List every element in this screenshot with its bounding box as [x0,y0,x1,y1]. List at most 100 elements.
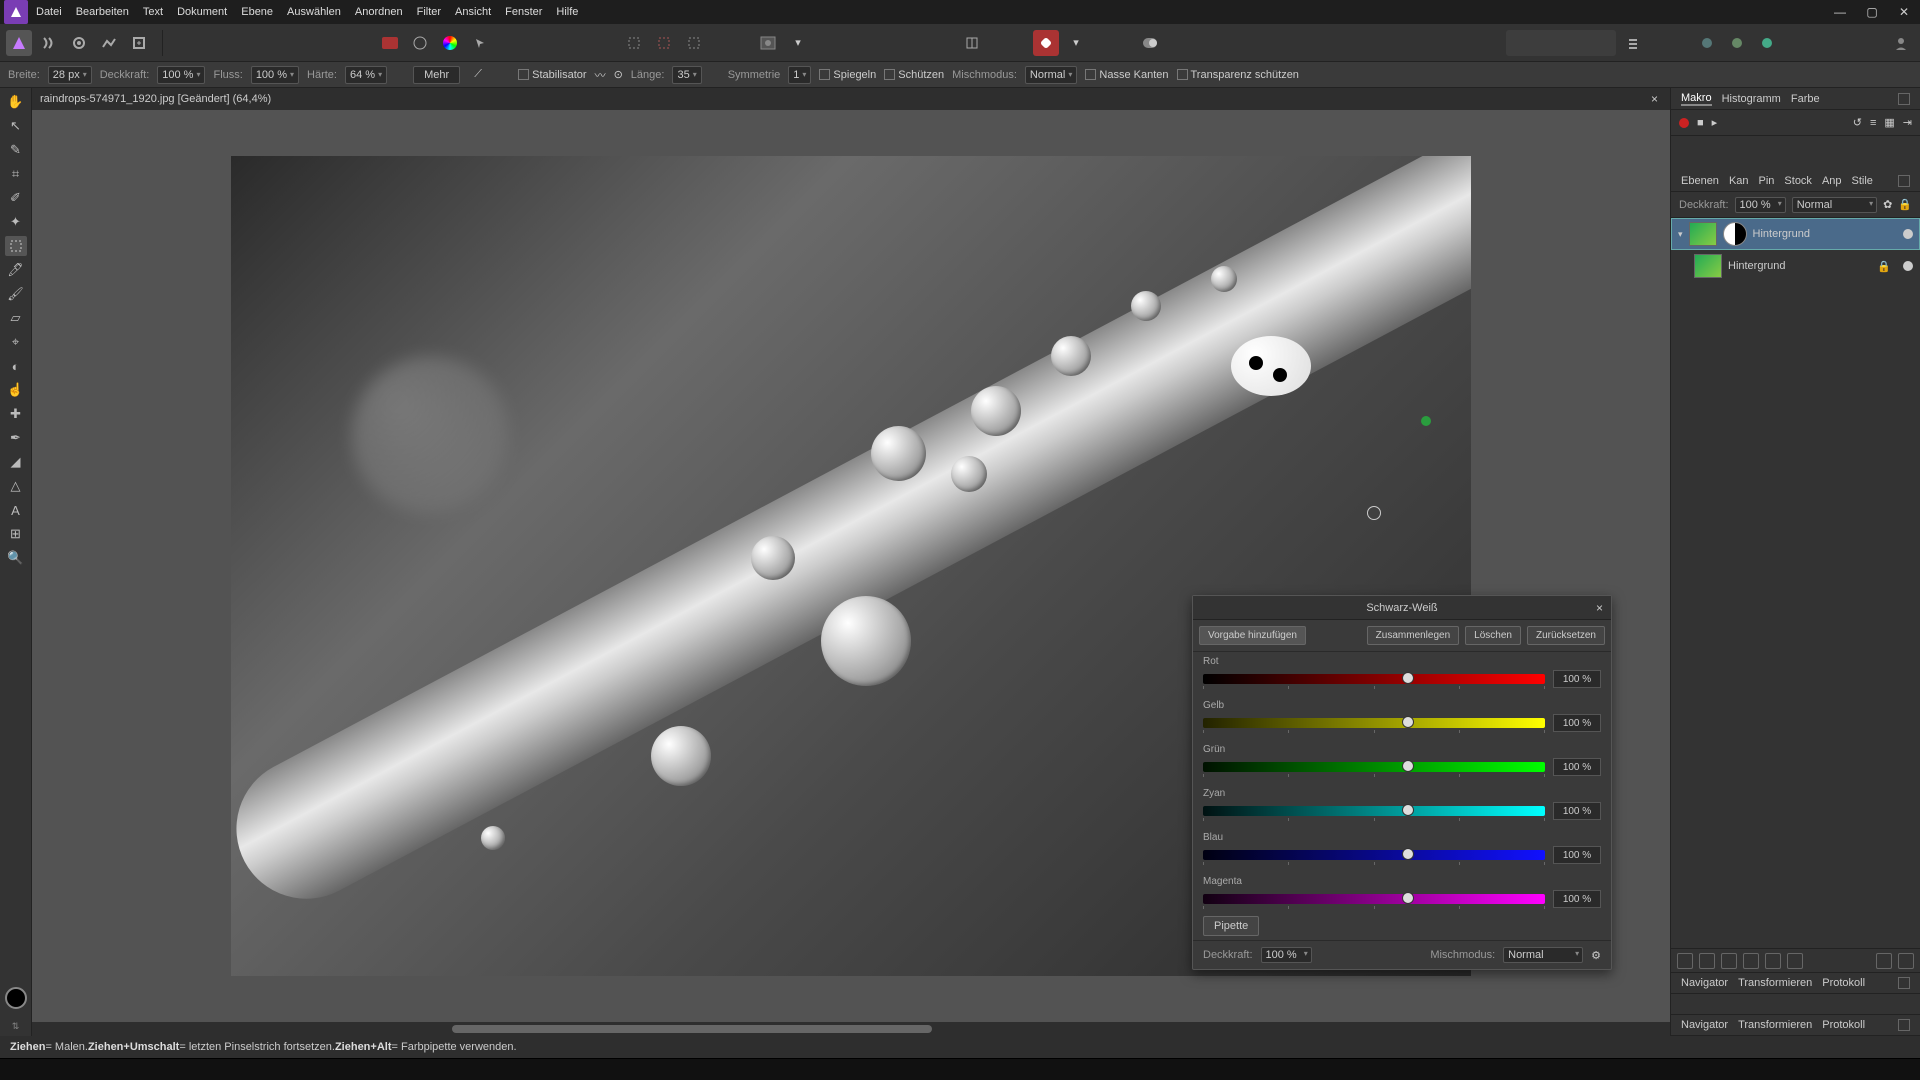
liquify-persona-icon[interactable] [36,30,62,56]
account-icon[interactable] [1888,30,1914,56]
tab-anp[interactable]: Anp [1822,175,1842,187]
brush-tool-icon[interactable]: 🖌 [5,284,27,304]
bw-zyan-value[interactable]: 100 % [1553,802,1601,820]
window-maximize[interactable]: ▢ [1856,0,1888,24]
flood-select-icon[interactable]: ✦ [5,212,27,232]
rope-icon[interactable]: 〰 [595,67,606,83]
bw-magenta-value[interactable]: 100 % [1553,890,1601,908]
text-tool-icon[interactable]: A [5,500,27,520]
assistant-dd-icon[interactable]: ▾ [1063,30,1089,56]
stop-icon[interactable]: ■ [1697,117,1704,129]
hardness-input[interactable]: 64 %▾ [345,66,387,84]
panel-menu-icon[interactable] [1898,93,1910,105]
macro-export-icon[interactable]: ⇥ [1903,116,1912,129]
tab-protokoll[interactable]: Protokoll [1822,977,1865,989]
develop-persona-icon[interactable] [66,30,92,56]
sync2-icon[interactable] [1724,30,1750,56]
macro-reset-icon[interactable]: ↺ [1853,116,1862,129]
bw-add-preset-button[interactable]: Vorgabe hinzufügen [1199,626,1306,645]
dropdown-icon[interactable]: ▾ [785,30,811,56]
stabilizer-check[interactable]: Stabilisator [518,69,586,81]
bw-gelb-value[interactable]: 100 % [1553,714,1601,732]
bw-titlebar[interactable]: Schwarz-Weiß × [1193,596,1611,620]
menu-filter[interactable]: Filter [417,6,441,18]
bw-delete-button[interactable]: Löschen [1465,626,1521,645]
sync3-icon[interactable] [1754,30,1780,56]
mask-icon[interactable] [1677,953,1693,969]
tab-pin[interactable]: Pin [1759,175,1775,187]
layer-expand-icon[interactable]: ▾ [1678,229,1683,240]
layers-menu-icon[interactable] [1898,175,1910,187]
layer-name[interactable]: Hintergrund [1753,228,1810,240]
tab-histogramm[interactable]: Histogramm [1722,93,1781,105]
align-4[interactable] [1586,33,1608,53]
selection-new-icon[interactable] [621,30,647,56]
window-mode-icon[interactable]: ⊙ [614,68,623,81]
flow-input[interactable]: 100 %▾ [251,66,299,84]
opacity-input[interactable]: 100 %▾ [157,66,205,84]
bw-blend-input[interactable]: Normal [1503,947,1583,963]
bw-merge-button[interactable]: Zusammenlegen [1367,626,1459,645]
bw-gear-icon[interactable]: ⚙ [1591,949,1601,962]
photo-persona-icon[interactable] [6,30,32,56]
mirror-check[interactable]: Spiegeln [819,69,876,81]
dodge-tool-icon[interactable]: ◐ [5,356,27,376]
protect-check[interactable]: Schützen [884,69,944,81]
nav2-menu-icon[interactable] [1898,1019,1910,1031]
menu-hilfe[interactable]: Hilfe [556,6,578,18]
menu-bearbeiten[interactable]: Bearbeiten [76,6,129,18]
bw-rot-value[interactable]: 100 % [1553,670,1601,688]
bw-magenta-slider[interactable] [1203,894,1545,904]
menu-ebene[interactable]: Ebene [241,6,273,18]
menu-datei[interactable]: Datei [36,6,62,18]
width-input[interactable]: 28 px▾ [48,66,92,84]
menu-anordnen[interactable]: Anordnen [355,6,403,18]
fx-add-icon[interactable] [1721,953,1737,969]
window-minimize[interactable]: — [1824,0,1856,24]
bw-rot-slider[interactable] [1203,674,1545,684]
window-close[interactable]: ✕ [1888,0,1920,24]
snapping-icon[interactable] [1137,30,1163,56]
shape-tool-icon[interactable]: △ [5,476,27,496]
bw-reset-button[interactable]: Zurücksetzen [1527,626,1605,645]
sync1-icon[interactable] [1694,30,1720,56]
bw-blau-slider[interactable] [1203,850,1545,860]
marquee-tool-icon[interactable] [5,236,27,256]
symmetry-input[interactable]: 1▾ [788,66,811,84]
layer-opacity-input[interactable]: 100 % [1735,197,1786,213]
layer-fx-icon[interactable]: ✿ [1883,198,1892,211]
hand-tool-icon[interactable]: ✋ [5,92,27,112]
tab-transform[interactable]: Transformieren [1738,977,1812,989]
document-tab[interactable]: raindrops-574971_1920.jpg [Geändert] (64… [40,93,271,105]
tab-navigator[interactable]: Navigator [1681,977,1728,989]
pen-tool-icon[interactable]: ✒ [5,428,27,448]
crop-tool-icon[interactable]: ⌗ [5,164,27,184]
order-icon[interactable] [1620,30,1646,56]
layer-locked-icon[interactable]: 🔒 [1877,260,1891,273]
lock-children-icon[interactable] [1787,953,1803,969]
bw-zyan-slider[interactable] [1203,806,1545,816]
align-1[interactable] [1514,33,1536,53]
record-icon[interactable] [1679,118,1689,128]
horizontal-scrollbar[interactable] [32,1022,1670,1036]
macro-grid-icon[interactable]: ▦ [1884,116,1894,129]
heal-tool-icon[interactable]: ✚ [5,404,27,424]
tab-ebenen[interactable]: Ebenen [1681,175,1719,187]
menu-text[interactable]: Text [143,6,163,18]
bw-gruen-slider[interactable] [1203,762,1545,772]
bw-gruen-value[interactable]: 100 % [1553,758,1601,776]
tab-protokoll2[interactable]: Protokoll [1822,1019,1865,1031]
paint-tool-icon[interactable]: 🖊 [5,260,27,280]
menu-fenster[interactable]: Fenster [505,6,542,18]
export-persona-icon[interactable] [126,30,152,56]
blendmode-input[interactable]: Normal▾ [1025,66,1077,84]
tab-navigator2[interactable]: Navigator [1681,1019,1728,1031]
layer-row-bg[interactable]: Hintergrund 🔒 [1671,250,1920,282]
crop-toggle-icon[interactable] [959,30,985,56]
colorpicker-tool-icon[interactable]: ✎ [5,140,27,160]
clone-tool-icon[interactable]: ⌖ [5,332,27,352]
delete-layer-icon[interactable] [1898,953,1914,969]
adjust-icon[interactable] [1699,953,1715,969]
selection-brush-icon[interactable]: ✐ [5,188,27,208]
play-icon[interactable]: ▸ [1712,116,1718,129]
